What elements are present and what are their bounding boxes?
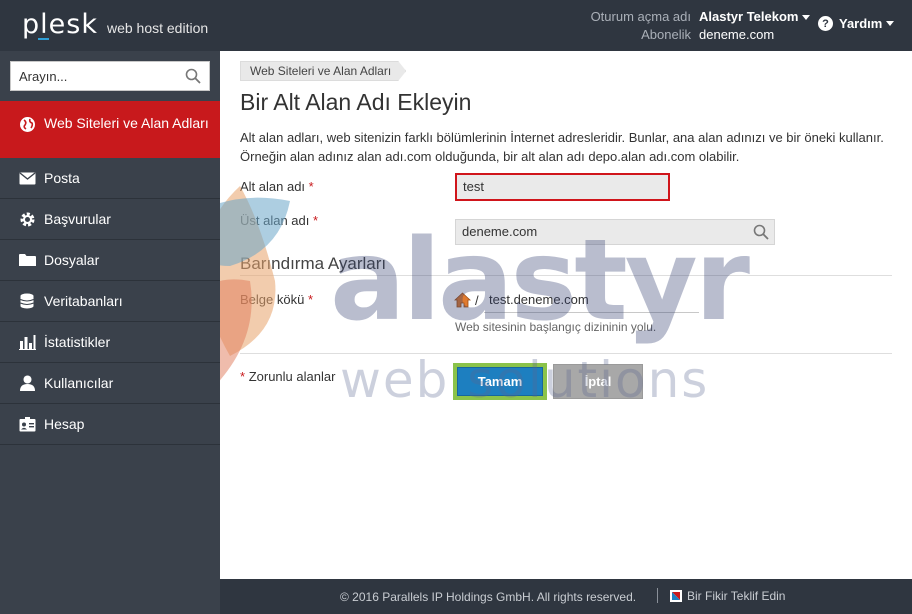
help-label: Yardım <box>839 16 883 31</box>
page-title: Bir Alt Alan Adı Ekleyin <box>240 89 472 115</box>
sidebar-item-label: Dosyalar <box>44 252 100 268</box>
logo-subtitle: web host edition <box>106 20 209 36</box>
search-icon[interactable] <box>185 68 201 84</box>
sidebar-item-websites[interactable]: Web Siteleri ve Alan Adları <box>0 101 220 158</box>
copyright-text: © 2016 Parallels IP Holdings GmbH. All r… <box>340 590 637 604</box>
subdomain-input[interactable]: test <box>455 173 670 201</box>
main-content: Web Siteleri ve Alan Adları Bir Alt Alan… <box>220 51 912 579</box>
logo-accent <box>38 38 49 40</box>
mail-icon <box>18 169 36 187</box>
intro-text: Alt alan adları, web sitenizin farklı bö… <box>240 130 884 164</box>
search-icon <box>753 224 769 240</box>
breadcrumb[interactable]: Web Siteleri ve Alan Adları <box>240 61 406 81</box>
footer-divider <box>657 588 658 603</box>
sidebar: Web Siteleri ve Alan Adları Posta Başvur… <box>0 51 220 614</box>
hosting-section-title: Barındırma Ayarları <box>240 254 387 273</box>
feedback-label: Bir Fikir Teklif Edin <box>687 589 786 603</box>
sidebar-item-account[interactable]: Hesap <box>0 404 220 445</box>
feedback-icon <box>670 590 682 602</box>
login-user-menu[interactable]: Alastyr Telekom <box>699 8 811 26</box>
globe-icon <box>18 115 36 133</box>
sidebar-item-label: Başvurular <box>44 211 111 227</box>
sidebar-nav: Web Siteleri ve Alan Adları Posta Başvur… <box>0 101 220 445</box>
subscription-label: Abonelik <box>641 27 691 42</box>
folder-icon <box>18 251 36 269</box>
sidebar-item-label: Web Siteleri ve Alan Adları <box>44 115 209 131</box>
account-info: Oturum açma adı Alastyr Telekom Abonelik… <box>578 8 811 44</box>
sidebar-item-statistics[interactable]: İstatistikler <box>0 322 220 363</box>
account-card-icon <box>18 415 36 433</box>
sidebar-item-mail[interactable]: Posta <box>0 158 220 199</box>
gear-icon <box>18 210 36 228</box>
parent-domain-label: Üst alan adı * <box>240 213 319 228</box>
login-user-value: Alastyr Telekom <box>699 9 799 24</box>
section-divider <box>240 275 892 276</box>
chevron-down-icon <box>886 21 895 26</box>
docroot-hint: Web sitesinin başlangıç dizininin yolu. <box>455 320 657 334</box>
chevron-down-icon <box>802 15 811 21</box>
docroot-value: test.deneme.com <box>489 292 589 307</box>
cancel-button[interactable]: İptal <box>553 364 643 399</box>
sidebar-item-users[interactable]: Kullanıcılar <box>0 363 220 404</box>
docroot-input[interactable]: test.deneme.com <box>484 289 699 313</box>
search-box <box>10 61 210 91</box>
docroot-label: Belge kökü * <box>240 292 314 307</box>
question-icon: ? <box>818 16 833 31</box>
login-label: Oturum açma adı <box>590 9 691 24</box>
sidebar-item-label: Veritabanları <box>44 293 123 309</box>
logo-text: plesk <box>22 9 98 40</box>
plesk-logo[interactable]: plesk web host edition <box>22 9 208 40</box>
parent-domain-value: deneme.com <box>462 224 538 239</box>
sidebar-item-files[interactable]: Dosyalar <box>0 240 220 281</box>
footer: © 2016 Parallels IP Holdings GmbH. All r… <box>220 579 912 614</box>
ok-button-highlight: Tamam <box>453 363 547 400</box>
parent-domain-select[interactable]: deneme.com <box>455 219 775 245</box>
search-input[interactable] <box>11 62 171 90</box>
subdomain-value: test <box>463 179 484 194</box>
database-icon <box>18 292 36 310</box>
sidebar-item-label: İstatistikler <box>44 334 111 350</box>
subscription-value[interactable]: deneme.com <box>699 26 774 44</box>
sidebar-item-label: Hesap <box>44 416 85 432</box>
sidebar-item-label: Posta <box>44 170 80 186</box>
section-divider <box>240 353 892 354</box>
help-menu[interactable]: ? Yardım <box>818 16 895 31</box>
sidebar-item-databases[interactable]: Veritabanları <box>0 281 220 322</box>
user-icon <box>18 374 36 392</box>
home-icon <box>454 292 471 308</box>
required-note: * Zorunlu alanlar <box>240 369 336 384</box>
sidebar-item-applications[interactable]: Başvurular <box>0 199 220 240</box>
subdomain-label: Alt alan adı * <box>240 179 314 194</box>
ok-button[interactable]: Tamam <box>457 367 543 396</box>
feedback-link[interactable]: Bir Fikir Teklif Edin <box>669 589 785 603</box>
top-header: plesk web host edition Oturum açma adı A… <box>0 0 912 51</box>
sidebar-item-label: Kullanıcılar <box>44 375 114 391</box>
bar-chart-icon <box>18 333 36 351</box>
docroot-slash: / <box>475 293 479 308</box>
